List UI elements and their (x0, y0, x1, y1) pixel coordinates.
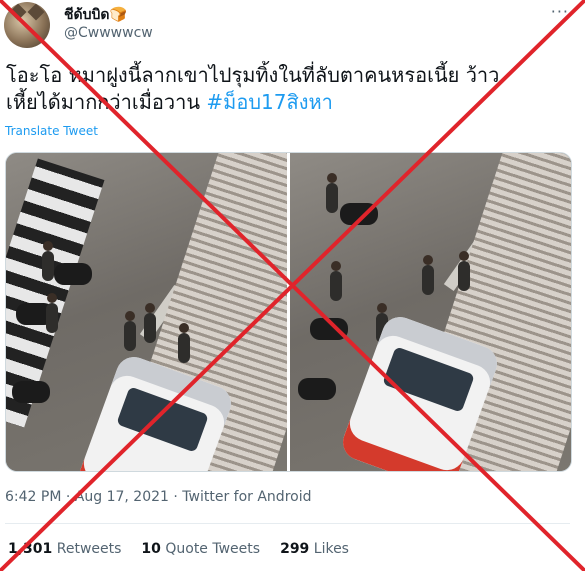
tweet-time[interactable]: 6:42 PM (5, 489, 61, 505)
tweet-text-line1: โอะโอ หมาฝูงนี้ลากเขาไปรุมทิ้งในที่ลับตา… (6, 63, 500, 87)
tweet-media[interactable] (5, 152, 572, 472)
ellipsis-icon[interactable]: ··· (551, 2, 569, 21)
photo-right[interactable] (290, 153, 571, 471)
tweet-text: โอะโอ หมาฝูงนี้ลากเขาไปรุมทิ้งในที่ลับตา… (6, 62, 576, 116)
translate-tweet-link[interactable]: Translate Tweet (5, 124, 98, 138)
meta-separator: · (173, 489, 178, 505)
tweet-date[interactable]: Aug 17, 2021 (75, 489, 169, 505)
likes-stat[interactable]: 299 Likes (280, 541, 349, 557)
retweets-stat[interactable]: 1,301 Retweets (8, 541, 121, 557)
tweet-meta: 6:42 PM · Aug 17, 2021 · Twitter for And… (5, 489, 311, 505)
hashtag-link[interactable]: #ม็อบ17สิงหา (206, 90, 332, 114)
engagement-stats: 1,301 Retweets 10 Quote Tweets 299 Likes (8, 541, 349, 557)
quote-tweets-stat[interactable]: 10 Quote Tweets (141, 541, 260, 557)
display-name[interactable]: ชีด้บบิด🍞 (64, 4, 127, 26)
user-handle[interactable]: @Cwwwwcw (64, 25, 153, 41)
meta-separator: · (65, 489, 71, 505)
tweet-header: ชีด้บบิด🍞 @Cwwwwcw ··· (0, 0, 585, 56)
divider (5, 523, 570, 524)
tweet-text-line2: เหี้ยได้มากกว่าเมื่อวาน #ม็อบ17สิงหา (6, 90, 333, 114)
photo-left[interactable] (6, 153, 287, 471)
tweet-source[interactable]: Twitter for Android (182, 489, 311, 505)
avatar[interactable] (4, 2, 50, 48)
